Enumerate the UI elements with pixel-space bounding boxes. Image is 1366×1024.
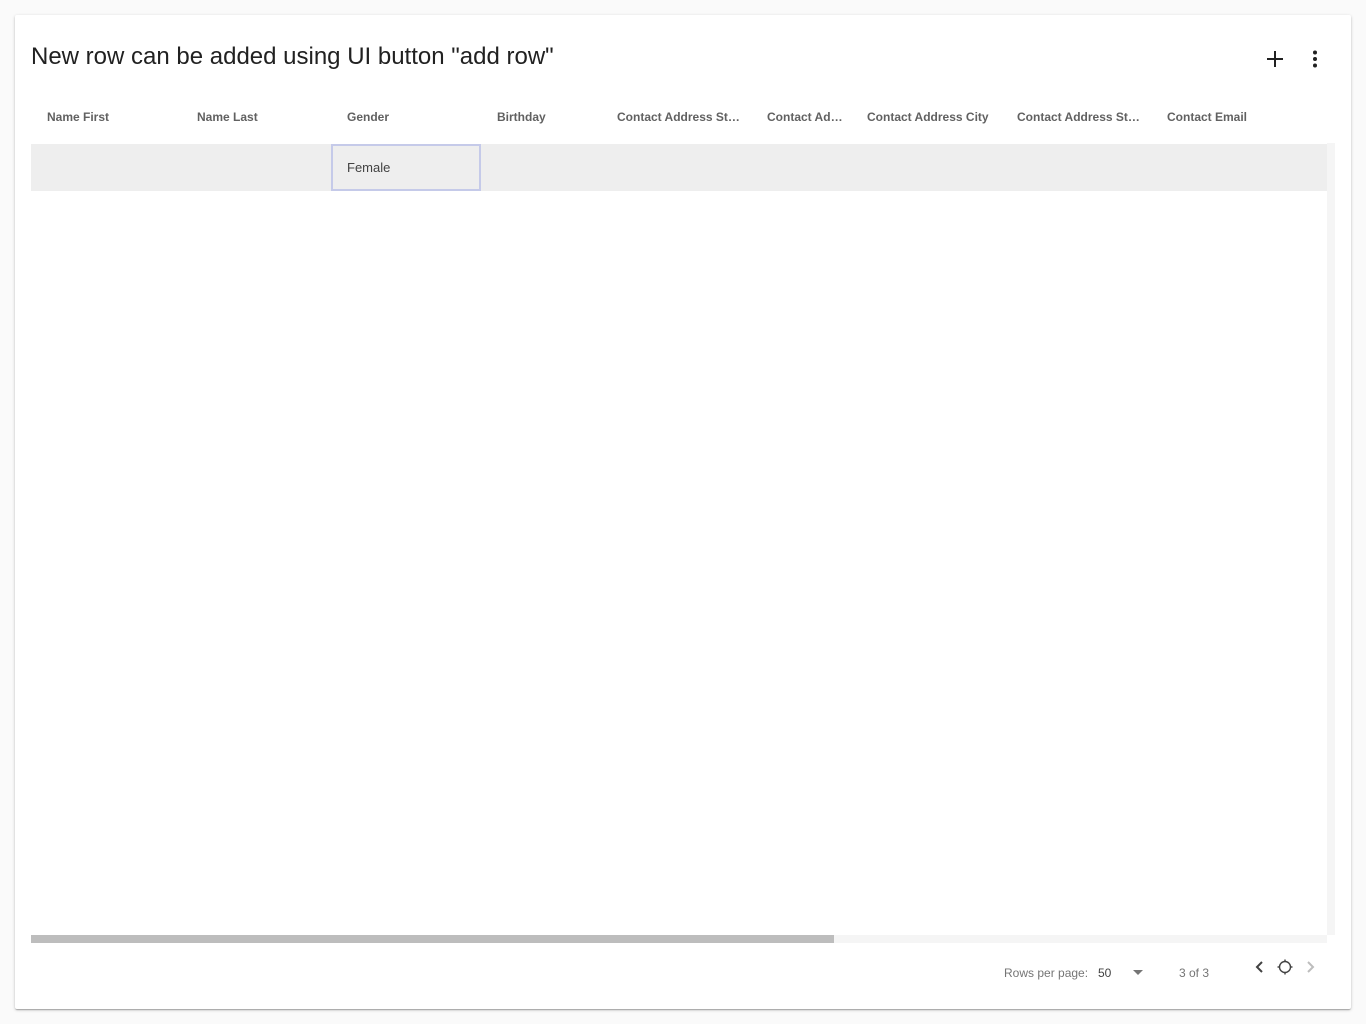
- column-header-contact-address-street[interactable]: Contact Address Street: [601, 88, 751, 144]
- column-header-contact-address-state[interactable]: Contact Address State: [1001, 88, 1151, 144]
- header-row: Name First Name Last Gender Birthday Con…: [31, 88, 1327, 144]
- plus-icon: [1267, 51, 1283, 67]
- rows-per-page-value: 50: [1098, 966, 1112, 980]
- chevron-right-icon: [1307, 961, 1315, 973]
- refresh-button[interactable]: [1273, 955, 1297, 979]
- data-grid: Name First Name Last Gender Birthday Con…: [31, 88, 1327, 928]
- table-cell[interactable]: [851, 144, 1001, 191]
- horizontal-scrollbar[interactable]: [31, 935, 1327, 943]
- pagination-footer: Rows per page: 50 3 of 3: [15, 951, 1351, 1007]
- table-cell[interactable]: [181, 144, 331, 191]
- horizontal-scrollbar-thumb[interactable]: [31, 935, 834, 943]
- table-cell[interactable]: [751, 144, 851, 191]
- column-header-name-last[interactable]: Name Last: [181, 88, 331, 144]
- table-row[interactable]: Female: [31, 144, 1327, 191]
- page-info: 3 of 3: [1179, 966, 1210, 980]
- column-header-name-first[interactable]: Name First: [31, 88, 181, 144]
- page-title: New row can be added using UI button "ad…: [31, 43, 554, 70]
- previous-page-button[interactable]: [1248, 955, 1272, 979]
- table-cell-selected[interactable]: Female: [331, 144, 481, 191]
- table-cell[interactable]: [1151, 144, 1327, 191]
- more-options-button[interactable]: [1295, 39, 1335, 79]
- column-header-contact-address-city[interactable]: Contact Address City: [851, 88, 1001, 144]
- table-cell[interactable]: [1001, 144, 1151, 191]
- caret-down-icon: [1133, 970, 1143, 975]
- column-header-contact-address-zip[interactable]: Contact Address Zip: [751, 88, 851, 144]
- chevron-left-icon: [1255, 961, 1263, 973]
- column-header-birthday[interactable]: Birthday: [481, 88, 601, 144]
- table-cell[interactable]: [31, 144, 181, 191]
- rows-per-page-label: Rows per page:: [1004, 966, 1089, 980]
- more-vert-icon: [1313, 50, 1317, 68]
- next-page-button[interactable]: [1298, 955, 1322, 979]
- vertical-scrollbar[interactable]: [1327, 143, 1335, 935]
- add-row-button[interactable]: [1255, 39, 1295, 79]
- table-cell[interactable]: [481, 144, 601, 191]
- refresh-icon: [1277, 959, 1293, 975]
- column-header-contact-email[interactable]: Contact Email: [1151, 88, 1327, 144]
- column-header-gender[interactable]: Gender: [331, 88, 481, 144]
- rows-per-page-select[interactable]: 50: [1090, 959, 1152, 987]
- table-cell[interactable]: [601, 144, 751, 191]
